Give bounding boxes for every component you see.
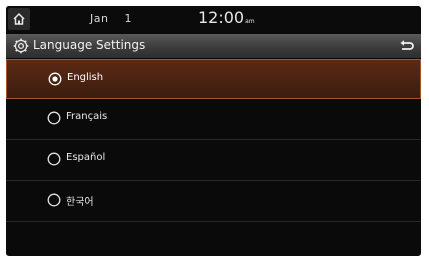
radio-empty-icon [47, 152, 61, 166]
back-button[interactable] [393, 34, 421, 58]
date-month: Jan [90, 12, 109, 25]
language-list: English Français Español 한국어 [6, 59, 421, 222]
language-label: English [67, 72, 104, 83]
status-bar: Jan 1 12:00am [6, 6, 421, 32]
gear-icon [13, 38, 29, 54]
date-display: Jan 1 [90, 12, 132, 25]
back-icon [400, 40, 414, 50]
language-option-korean[interactable]: 한국어 [6, 181, 421, 222]
head-unit-screen: Jan 1 12:00am Language Settings English … [6, 6, 421, 256]
radio-empty-icon [47, 111, 61, 125]
language-label: 한국어 [66, 197, 94, 208]
clock-time: 12:00 [198, 8, 245, 27]
home-button[interactable] [8, 8, 30, 30]
language-option-francais[interactable]: Français [6, 99, 421, 140]
page-title: Language Settings [33, 38, 146, 52]
language-label: Français [66, 111, 108, 122]
home-icon [13, 12, 25, 25]
language-option-english[interactable]: English [6, 59, 421, 99]
radio-selected-icon [48, 72, 62, 86]
clock: 12:00am [198, 8, 255, 27]
language-label: Español [66, 152, 106, 163]
radio-empty-icon [47, 193, 61, 207]
title-bar: Language Settings [6, 34, 421, 58]
language-option-espanol[interactable]: Español [6, 140, 421, 181]
date-day: 1 [124, 12, 132, 25]
clock-suffix: am [245, 18, 255, 25]
